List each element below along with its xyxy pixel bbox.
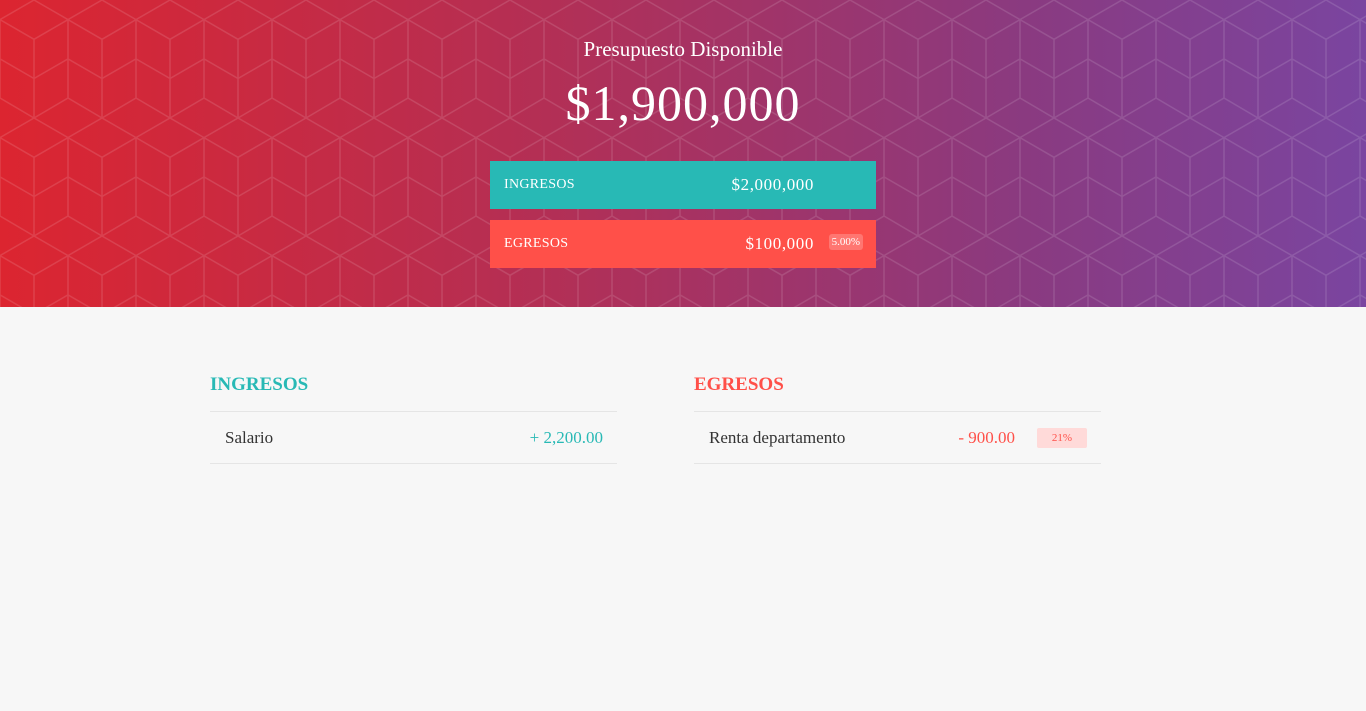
income-summary: INGRESOS $2,000,000	[490, 161, 876, 209]
budget-value: $1,900,000	[565, 75, 801, 131]
income-summary-label: INGRESOS	[504, 177, 575, 192]
expense-summary-label: EGRESOS	[504, 236, 569, 251]
expense-list-title: EGRESOS	[694, 372, 1101, 412]
income-item-value: + 2,200.00	[529, 427, 603, 447]
income-list-title: INGRESOS	[210, 372, 617, 412]
income-summary-value: $2,000,000	[731, 175, 814, 194]
income-item-description: Salario	[225, 427, 274, 447]
expense-item-value: - 900.00	[958, 427, 1015, 447]
expense-item[interactable]: Renta departamento - 900.00 21%	[694, 412, 1101, 464]
income-item[interactable]: Salario + 2,200.00	[210, 412, 617, 464]
budget-header: Presupuesto Disponible $1,900,000 INGRES…	[0, 0, 1366, 307]
budget-title: Presupuesto Disponible	[583, 37, 783, 61]
expense-summary: EGRESOS $100,000 5.00%	[490, 220, 876, 268]
expense-list: EGRESOS Renta departamento - 900.00 21%	[694, 372, 1101, 464]
income-list: INGRESOS Salario + 2,200.00	[210, 372, 617, 464]
expense-item-percentage-badge: 21%	[1037, 428, 1087, 448]
expense-percentage-badge: 5.00%	[828, 234, 863, 250]
expense-item-description: Renta departamento	[709, 427, 846, 447]
expense-summary-value: $100,000	[745, 234, 814, 253]
